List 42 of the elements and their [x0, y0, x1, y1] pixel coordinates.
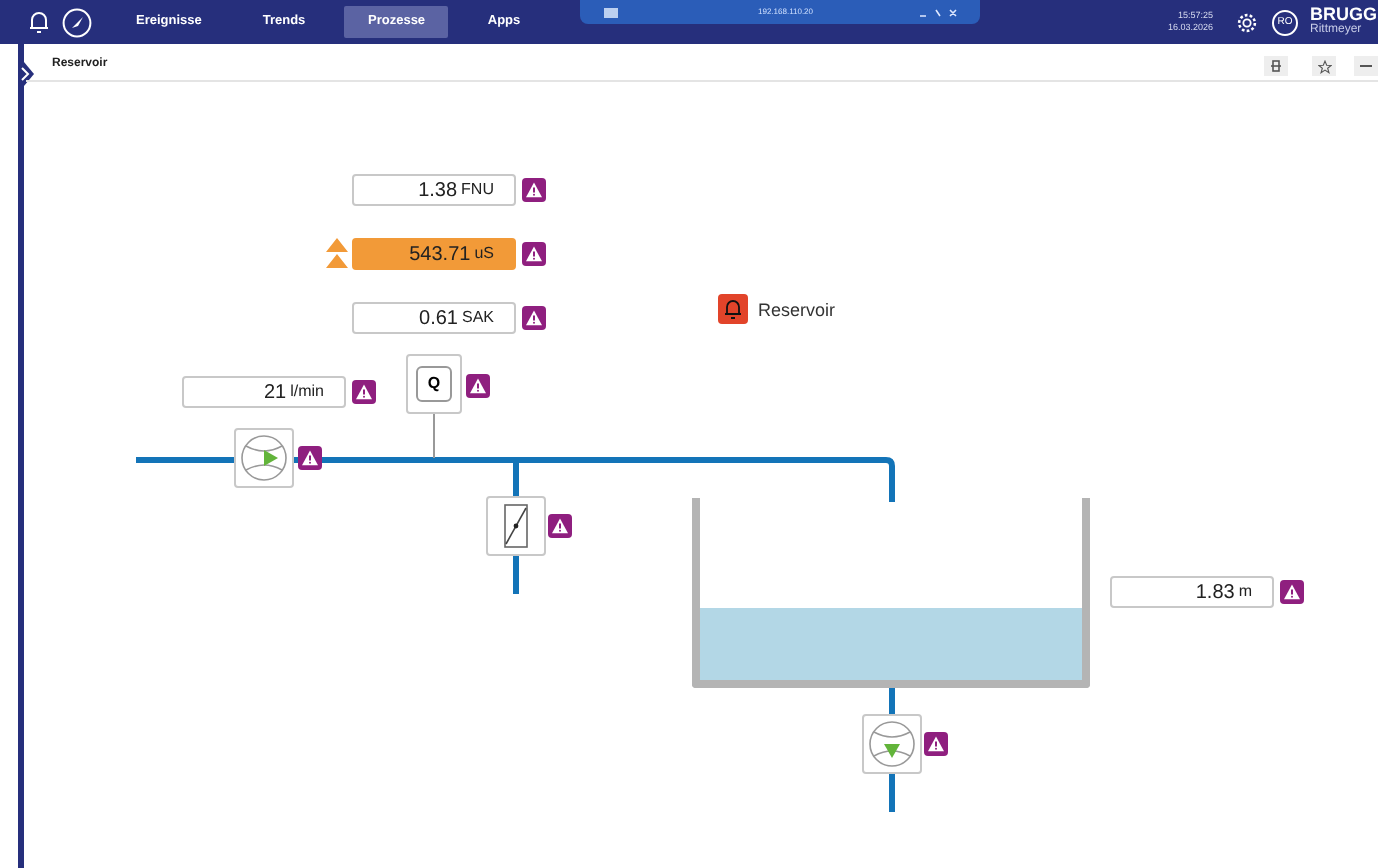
warning-icon[interactable] [298, 446, 322, 470]
analyzer-label: Q [416, 366, 452, 402]
warning-icon[interactable] [466, 374, 490, 398]
brand-logo: BRUGG [1310, 6, 1377, 22]
measurement-unit: l/min [290, 380, 324, 404]
bell-icon[interactable] [28, 10, 50, 34]
warning-icon[interactable] [1280, 580, 1304, 604]
warning-icon[interactable] [522, 306, 546, 330]
warning-icon[interactable] [548, 514, 572, 538]
expand-chevron-icon[interactable] [18, 62, 34, 86]
measurement-value: 0.61 [419, 305, 458, 333]
compass-icon[interactable] [62, 7, 92, 37]
window-controls-icon[interactable] [917, 7, 958, 17]
alarm-label: Reservoir [758, 298, 836, 324]
sample-line [433, 413, 435, 459]
high-limit-arrows-icon [326, 238, 348, 268]
alarm-bell-icon[interactable] [718, 294, 748, 324]
valve[interactable] [486, 496, 546, 556]
measurement-value: 21 [263, 379, 287, 407]
warning-icon[interactable] [924, 732, 948, 756]
minimize-button[interactable] [1354, 56, 1378, 76]
star-icon [1317, 59, 1331, 73]
measurement-unit: m [1238, 580, 1252, 604]
minus-icon [1360, 64, 1372, 68]
monitor-icon [604, 7, 618, 17]
measurement-unit: FNU [461, 178, 494, 202]
measurement-value: 1.83 [1195, 579, 1235, 607]
favorite-button[interactable] [1312, 56, 1336, 76]
measurement-value: 543.71 [409, 241, 471, 269]
measurement-value: 1.38 [418, 177, 458, 205]
warning-icon[interactable] [352, 380, 376, 404]
warning-icon[interactable] [522, 242, 546, 266]
print-icon [1270, 60, 1282, 72]
pump-icon [866, 718, 918, 770]
analyzer-box[interactable]: Q [406, 354, 462, 414]
measurement-unit: uS [474, 242, 494, 266]
valve-icon [504, 504, 528, 548]
print-button[interactable] [1264, 56, 1288, 76]
measurement-unit: SAK [461, 306, 494, 330]
pump-icon [238, 432, 290, 484]
settings-icon[interactable] [1236, 12, 1258, 34]
warning-icon[interactable] [522, 178, 546, 202]
